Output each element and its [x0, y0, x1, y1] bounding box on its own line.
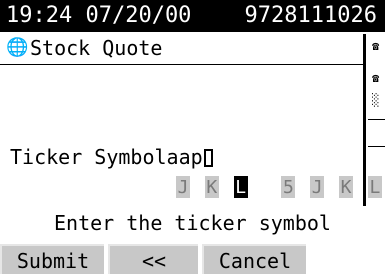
- status-time: 19:24 07/20/00: [6, 3, 192, 28]
- divider: [368, 146, 385, 147]
- app-title: Stock Quote: [30, 36, 163, 60]
- ticker-symbol-field[interactable]: Ticker Symbolaap: [10, 145, 213, 169]
- key-row: J K L 5 J K L: [176, 176, 385, 200]
- keypad-grid-icon: ░: [372, 93, 380, 107]
- divider: [368, 119, 385, 120]
- key-l[interactable]: L: [367, 176, 382, 198]
- key-j[interactable]: J: [176, 176, 190, 198]
- phone-handset-icon: ☎: [372, 71, 380, 85]
- ticker-symbol-value[interactable]: aap: [167, 145, 203, 169]
- ticker-symbol-label: Ticker Symbol: [10, 145, 167, 169]
- cancel-button[interactable]: Cancel: [202, 244, 306, 274]
- key-l-selected[interactable]: L: [233, 176, 248, 198]
- key-k[interactable]: K: [339, 176, 354, 198]
- globe-icon: 🌐: [6, 37, 29, 58]
- softkey-bar: Submit << Cancel: [0, 242, 385, 274]
- status-bar: 19:24 07/20/00 9728111026: [0, 0, 385, 32]
- back-button[interactable]: <<: [108, 244, 198, 274]
- status-phone-number: 9728111026: [244, 3, 377, 28]
- key-k[interactable]: K: [204, 176, 219, 198]
- title-bar: 🌐 Stock Quote: [0, 34, 363, 65]
- key-5[interactable]: 5: [281, 176, 296, 198]
- submit-button[interactable]: Submit: [0, 244, 104, 274]
- hint-text: Enter the ticker symbol: [54, 211, 331, 235]
- text-cursor: [203, 149, 213, 167]
- phone-handset-icon: ☎: [372, 39, 380, 53]
- key-j[interactable]: J: [310, 176, 325, 198]
